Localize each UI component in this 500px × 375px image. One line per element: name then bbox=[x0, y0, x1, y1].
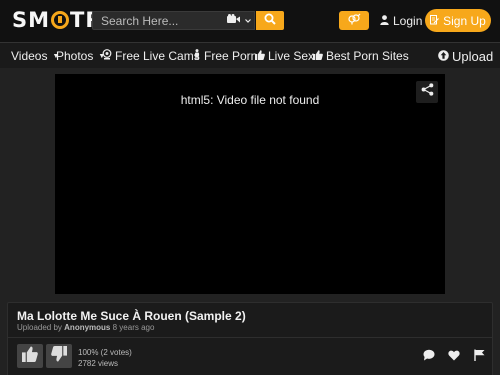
chevron-down-icon bbox=[245, 15, 251, 26]
nav-photos[interactable]: Photos ▼ bbox=[56, 43, 105, 69]
share-icon bbox=[421, 83, 434, 101]
nav-videos[interactable]: Videos ▼ bbox=[11, 43, 59, 69]
main-nav: Videos ▼ Photos ▼ Free Live Cams Free Po… bbox=[0, 42, 500, 68]
upload-age: 8 years ago bbox=[112, 323, 155, 332]
nav-free-live-cams[interactable]: Free Live Cams bbox=[102, 43, 200, 69]
comment-button[interactable] bbox=[422, 348, 436, 366]
upload-prefix: Uploaded by bbox=[17, 323, 62, 332]
comment-icon bbox=[423, 348, 435, 366]
webcam-icon bbox=[102, 49, 112, 63]
flag-icon bbox=[473, 348, 485, 366]
video-camera-icon bbox=[227, 14, 241, 27]
like-button[interactable] bbox=[17, 344, 43, 368]
nav-live-sex-label: Live Sex bbox=[268, 49, 315, 63]
search-icon bbox=[264, 12, 276, 30]
heart-icon bbox=[448, 348, 460, 366]
upload-icon bbox=[438, 49, 449, 64]
logo-o-mark bbox=[51, 11, 70, 29]
man-icon bbox=[193, 49, 201, 63]
report-button[interactable] bbox=[472, 348, 486, 366]
search-type-dropdown[interactable] bbox=[222, 11, 256, 30]
share-button[interactable] bbox=[416, 81, 438, 103]
rating-stats: 100% (2 votes) 2782 views bbox=[78, 347, 132, 369]
nav-upload[interactable]: Upload bbox=[438, 43, 493, 69]
signup-button[interactable]: Sign Up bbox=[425, 9, 491, 32]
site-header: SMTR Login Sign Up bbox=[0, 0, 500, 42]
login-link[interactable]: Login bbox=[380, 11, 422, 30]
nav-free-porn-label: Free Porn bbox=[204, 49, 258, 63]
site-logo[interactable]: SM TR bbox=[12, 8, 103, 32]
nav-free-porn[interactable]: Free Porn bbox=[193, 43, 257, 69]
thumbs-up-icon bbox=[255, 49, 265, 63]
nav-photos-label: Photos bbox=[56, 49, 94, 63]
video-player[interactable]: html5: Video file not found bbox=[55, 74, 445, 294]
nav-free-live-cams-label: Free Live Cams bbox=[115, 49, 200, 63]
view-count: 2782 views bbox=[78, 359, 119, 368]
nav-best-porn-sites-label: Best Porn Sites bbox=[326, 49, 409, 63]
signup-icon bbox=[430, 14, 440, 28]
video-title: Ma Lolotte Me Suce À Rouen (Sample 2) bbox=[17, 309, 246, 323]
gender-icon bbox=[347, 13, 361, 28]
nav-live-sex[interactable]: Live Sex bbox=[255, 43, 314, 69]
thumbs-down-icon bbox=[51, 345, 67, 367]
nav-videos-label: Videos bbox=[11, 49, 48, 63]
divider bbox=[8, 337, 492, 338]
signup-label: Sign Up bbox=[443, 13, 486, 28]
uploader-link[interactable]: Anonymous bbox=[64, 323, 110, 332]
video-info-panel: Ma Lolotte Me Suce À Rouen (Sample 2) Up… bbox=[7, 302, 493, 375]
login-label: Login bbox=[393, 13, 423, 28]
nav-best-porn-sites[interactable]: Best Porn Sites bbox=[313, 43, 409, 69]
favorite-button[interactable] bbox=[447, 350, 461, 364]
upload-info: Uploaded by Anonymous 8 years ago bbox=[17, 323, 154, 332]
nav-upload-label: Upload bbox=[452, 48, 494, 64]
player-error-message: html5: Video file not found bbox=[180, 93, 320, 107]
dislike-button[interactable] bbox=[46, 344, 72, 368]
gender-selector-button[interactable] bbox=[339, 11, 369, 30]
user-icon bbox=[380, 14, 389, 28]
logo-text-left: SM bbox=[12, 8, 51, 32]
search-button[interactable] bbox=[256, 11, 284, 30]
rating-text: 100% (2 votes) bbox=[78, 348, 132, 357]
thumbs-up-icon bbox=[22, 345, 38, 367]
thumbs-up-icon bbox=[313, 49, 323, 63]
